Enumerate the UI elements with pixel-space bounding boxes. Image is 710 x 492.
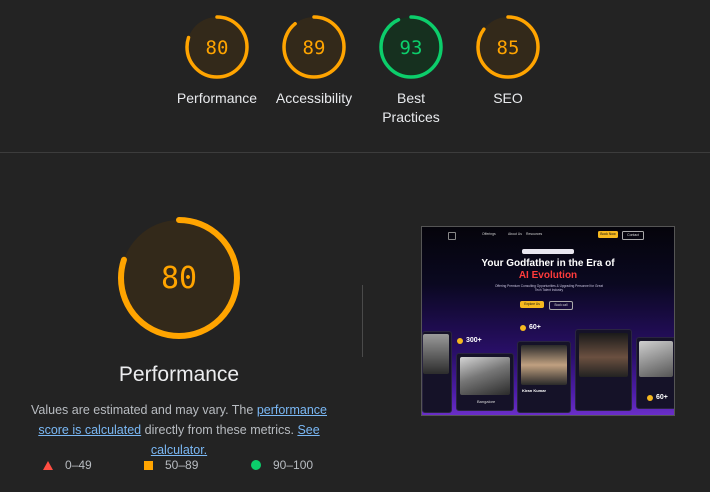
score-value: 80 <box>206 37 229 59</box>
yellow-dot-icon <box>520 324 526 331</box>
legend-range: 0–49 <box>65 458 92 472</box>
announcement-pill <box>522 249 574 254</box>
hero-subtext: Offering Premium Consulting Opportunitie… <box>494 284 603 292</box>
nav-item: Resources <box>526 232 543 236</box>
location-card: Bangalore <box>456 353 514 411</box>
workspace-photo <box>639 341 673 377</box>
legend-pass: 90–100 <box>251 458 313 472</box>
accessibility-score-ring: 89 <box>282 15 346 79</box>
nav-item: About Us <box>508 232 522 236</box>
performance-score-ring: 80 <box>185 15 249 79</box>
person-photo <box>521 345 567 385</box>
stat-badge: 60+ <box>520 324 541 331</box>
performance-main-gauge: 80 <box>116 215 242 341</box>
gauge-label: SEO <box>493 90 523 106</box>
gauge-label: Accessibility <box>275 90 353 106</box>
score-value: 89 <box>303 37 326 59</box>
gauge-label: Performance <box>176 90 258 106</box>
score-value: 85 <box>497 37 520 59</box>
note-text: Values are estimated and may vary. The <box>31 403 257 417</box>
performance-title: Performance <box>118 363 240 386</box>
legend-range: 50–89 <box>165 458 199 472</box>
legend-average: 50–89 <box>144 458 198 472</box>
profile-card <box>422 331 452 413</box>
seo-score-ring: 85 <box>476 15 540 79</box>
main-score-value: 80 <box>161 261 197 296</box>
hero-headline: Your Godfather in the Era of <box>481 258 615 269</box>
orange-square-icon <box>144 460 153 470</box>
yellow-dot-icon <box>647 394 653 401</box>
yellow-dot-icon <box>457 337 463 344</box>
best-practices-score-ring: 93 <box>379 15 443 79</box>
page-screenshot-thumbnail[interactable]: Offerings About Us Resources Book Now Co… <box>421 226 675 416</box>
vertical-divider <box>362 285 363 357</box>
person-photo <box>423 334 449 374</box>
person-photo <box>579 333 628 377</box>
gauge-seo[interactable]: 85 SEO <box>453 14 563 108</box>
screenshot-navbar: Offerings About Us Resources Book Now Co… <box>422 227 674 241</box>
person-card: Kiran Kumar <box>517 341 571 413</box>
note-text: directly from these metrics. <box>141 423 298 437</box>
office-photo <box>460 357 510 395</box>
nav-secondary-button: Contact <box>622 231 644 240</box>
feature-card: 60+ <box>636 337 674 409</box>
hero-headline-accent: AI Evolution <box>518 270 578 281</box>
person-name: Kiran Kumar <box>522 388 547 393</box>
nav-item: Offerings <box>482 232 496 236</box>
category-scores: 80 Performance 89 Accessibility 93 Best … <box>0 0 710 152</box>
stat-badge: 300+ <box>457 337 482 344</box>
stat-badge: 60+ <box>647 394 668 401</box>
gauge-label: Best Practices <box>382 90 440 125</box>
gauge-accessibility[interactable]: 89 Accessibility <box>259 14 369 108</box>
gauge-best-practices[interactable]: 93 Best Practices <box>356 14 466 127</box>
performance-main-ring: 80 <box>118 217 240 339</box>
metrics-note: Values are estimated and may vary. The p… <box>14 400 344 460</box>
legend-range: 90–100 <box>273 458 314 472</box>
score-value: 93 <box>400 37 423 59</box>
site-logo-icon <box>448 232 456 240</box>
gauge-performance[interactable]: 80 Performance <box>162 14 272 108</box>
legend-fail: 0–49 <box>43 458 92 472</box>
nav-primary-button: Book Now <box>598 231 618 238</box>
green-circle-icon <box>251 460 261 470</box>
hero-cta-secondary: Book call <box>549 301 573 310</box>
red-triangle-icon <box>43 460 53 470</box>
hero-cta-primary: Explore Us <box>520 301 544 308</box>
profile-card <box>575 329 632 411</box>
section-divider <box>0 152 710 153</box>
location-label: Bangalore <box>477 399 496 404</box>
